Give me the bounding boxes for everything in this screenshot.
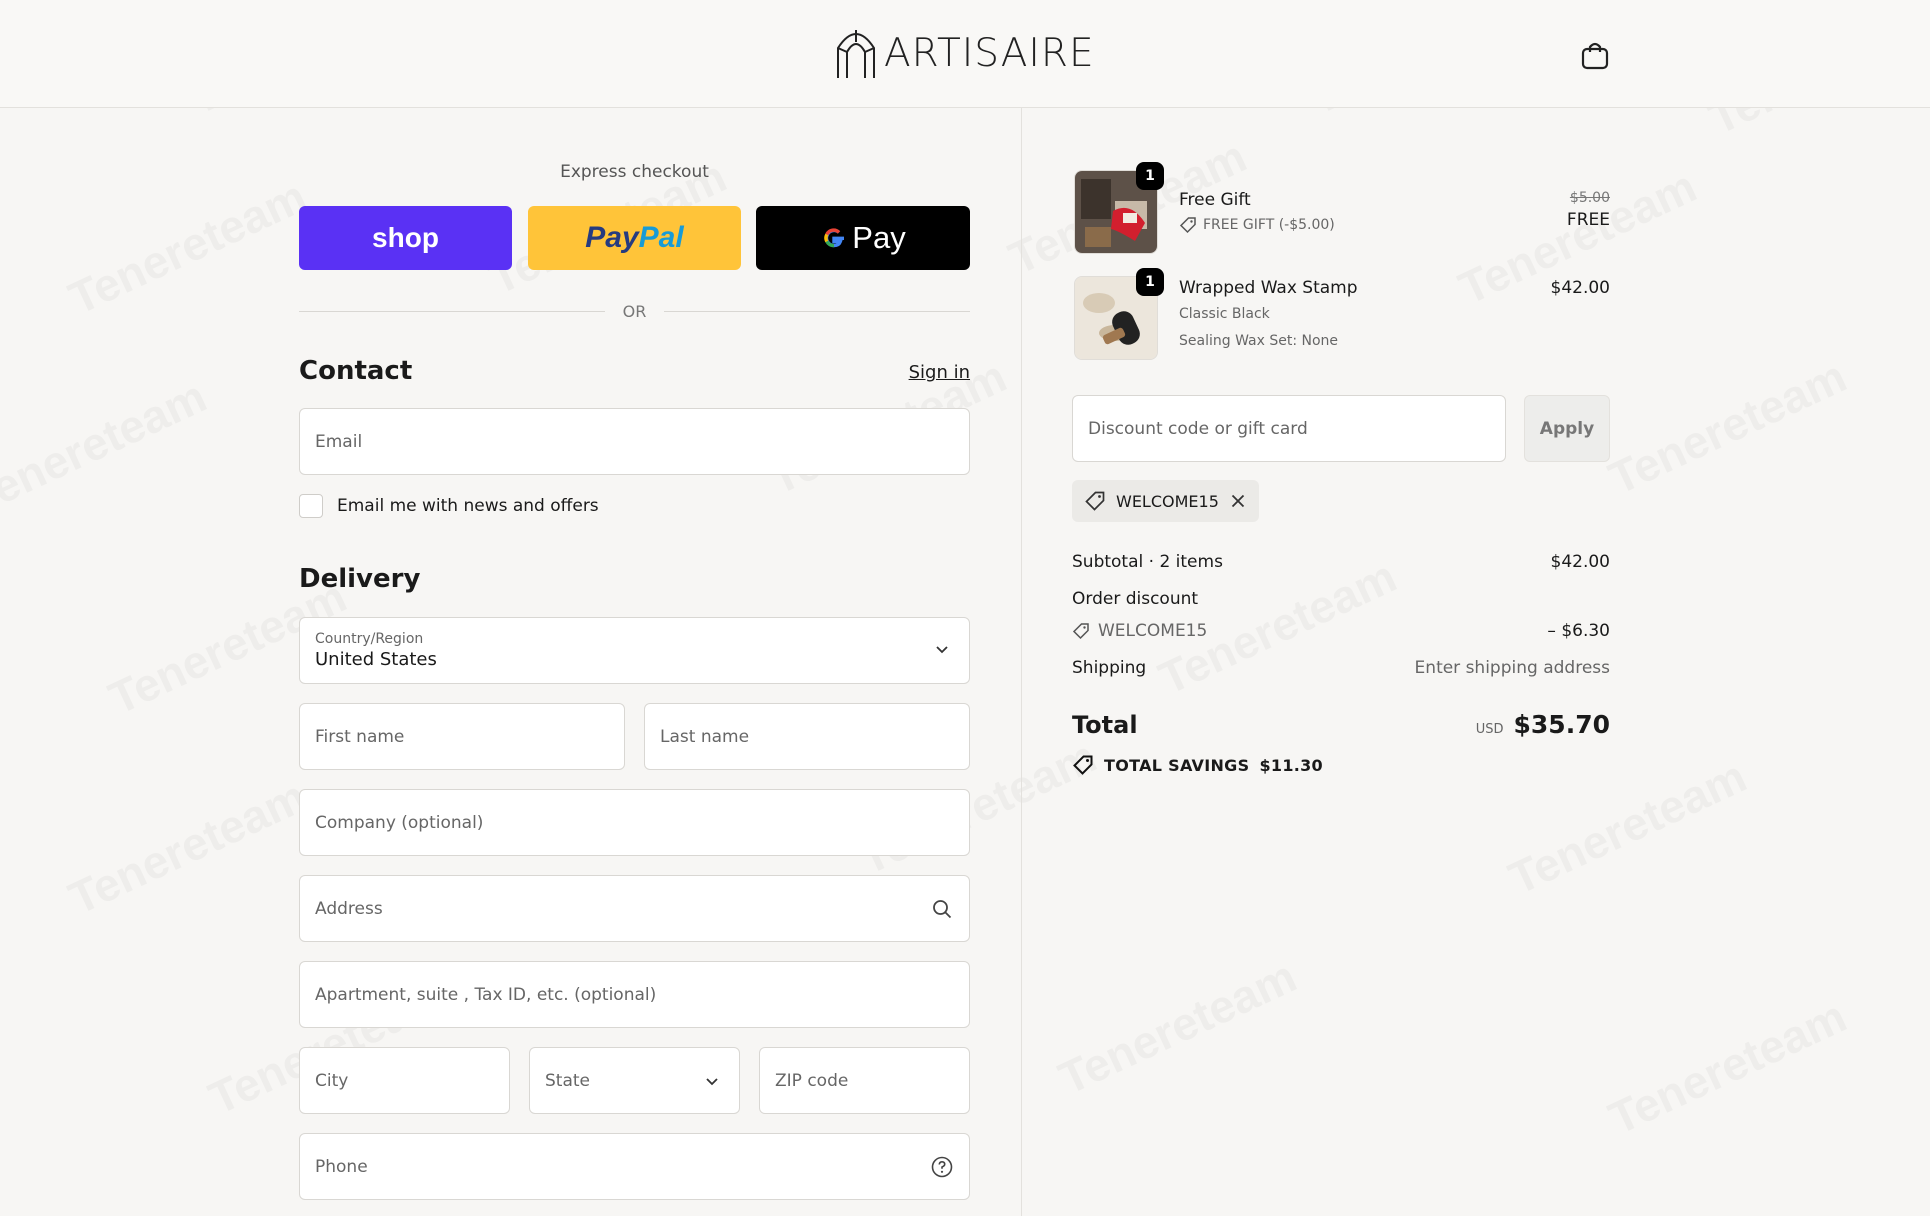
shop-pay-label: shop — [372, 222, 439, 253]
total-currency: USD — [1475, 722, 1504, 737]
brand-logo[interactable]: ARTISAIRE — [834, 24, 1095, 82]
tag-icon — [1179, 217, 1196, 234]
item-original-price: $5.00 — [1569, 190, 1610, 206]
order-discount-code: WELCOME15 — [1072, 621, 1207, 641]
arch-logo-icon — [837, 30, 875, 78]
item-discount-label: FREE GIFT (-$5.00) — [1203, 217, 1335, 233]
state-select[interactable]: State — [529, 1047, 740, 1114]
item-variant: Classic Black — [1179, 306, 1270, 322]
country-label: Country/Region — [315, 631, 424, 647]
paypal-label-part1: Pay — [585, 221, 639, 254]
state-placeholder: State — [545, 1070, 590, 1091]
delivery-title: Delivery — [299, 564, 421, 594]
help-circle-icon[interactable] — [930, 1155, 954, 1179]
shipping-row: Shipping Enter shipping address — [1072, 658, 1610, 678]
total-amount: $35.70 — [1513, 710, 1610, 739]
watermark-layer: Tenereteam Tenereteam Tenereteam Teneret… — [0, 0, 1930, 1216]
item-price: $42.00 — [1550, 278, 1610, 298]
item-option: Sealing Wax Set: None — [1179, 333, 1339, 349]
search-icon[interactable] — [930, 897, 954, 921]
total-savings: TOTAL SAVINGS $11.30 — [1072, 754, 1323, 776]
city-field[interactable]: City — [299, 1047, 510, 1114]
order-discount-code-text: WELCOME15 — [1098, 621, 1208, 641]
shipping-value: Enter shipping address — [1414, 658, 1610, 678]
first-name-field[interactable]: First name — [299, 703, 625, 770]
discount-code-input[interactable]: Discount code or gift card — [1072, 395, 1506, 462]
order-discount-row: Order discount — [1072, 589, 1610, 609]
or-line-right — [664, 310, 970, 312]
order-discount-label: Order discount — [1072, 589, 1199, 609]
quantity-badge: 1 — [1136, 268, 1164, 296]
contact-title: Contact — [299, 356, 413, 386]
subtotal-value: $42.00 — [1550, 552, 1610, 572]
newsletter-option[interactable]: Email me with news and offers — [299, 494, 599, 518]
or-label: OR — [622, 301, 647, 321]
zip-code-field[interactable]: ZIP code — [759, 1047, 970, 1114]
shopping-bag-icon — [1581, 42, 1609, 70]
google-pay-button[interactable]: Pay — [756, 206, 970, 270]
address-placeholder: Address — [315, 898, 383, 919]
paypal-label-part2: Pal — [638, 221, 684, 254]
chevron-down-icon — [936, 646, 948, 654]
first-name-placeholder: First name — [315, 726, 405, 747]
paypal-button[interactable]: Pay Pal — [528, 206, 741, 270]
newsletter-label: Email me with news and offers — [337, 496, 599, 516]
city-placeholder: City — [315, 1070, 349, 1091]
email-placeholder: Email — [315, 431, 363, 452]
item-name: Wrapped Wax Stamp — [1179, 278, 1358, 298]
express-checkout-title: Express checkout — [560, 162, 709, 182]
order-discount-code-row: WELCOME15 – $6.30 — [1072, 621, 1610, 641]
newsletter-checkbox[interactable] — [299, 494, 323, 518]
cart-bag-button[interactable] — [1578, 38, 1612, 72]
company-placeholder: Company (optional) — [315, 812, 484, 833]
country-value: United States — [315, 649, 437, 670]
google-g-icon — [824, 228, 845, 248]
apply-discount-button[interactable]: Apply — [1524, 395, 1610, 462]
total-row: Total USD $35.70 — [1072, 710, 1610, 739]
google-pay-label: Pay — [852, 220, 906, 255]
chevron-down-icon — [700, 1069, 724, 1093]
last-name-placeholder: Last name — [660, 726, 750, 747]
zip-code-placeholder: ZIP code — [775, 1070, 849, 1091]
subtotal-row: Subtotal · 2 items $42.00 — [1072, 552, 1610, 572]
total-label: Total — [1072, 711, 1138, 739]
tag-icon — [1085, 491, 1105, 511]
total-value-block: USD $35.70 — [1476, 710, 1610, 739]
shipping-label: Shipping — [1072, 658, 1147, 678]
phone-field[interactable]: Phone — [299, 1133, 970, 1200]
tag-icon — [1072, 623, 1089, 640]
or-line-left — [299, 310, 605, 312]
or-divider: OR — [299, 296, 970, 326]
shop-pay-button[interactable]: shop — [299, 206, 512, 270]
total-savings-value: $11.30 — [1259, 755, 1323, 775]
applied-discount-chip: WELCOME15 — [1072, 480, 1259, 522]
apartment-field[interactable]: Apartment, suite , Tax ID, etc. (optiona… — [299, 961, 970, 1028]
apartment-placeholder: Apartment, suite , Tax ID, etc. (optiona… — [315, 984, 657, 1005]
column-divider — [1021, 108, 1022, 1216]
cart-item: 1 Free Gift FREE GIFT (-$5.00) $5.00 FRE… — [1072, 162, 1610, 256]
quantity-badge: 1 — [1136, 162, 1164, 190]
item-discount-tag: FREE GIFT (-$5.00) — [1179, 216, 1335, 234]
site-header: ARTISAIRE — [0, 0, 1930, 108]
address-field[interactable]: Address — [299, 875, 970, 942]
brand-name: ARTISAIRE — [884, 30, 1095, 76]
phone-placeholder: Phone — [315, 1156, 368, 1177]
item-price: FREE — [1566, 210, 1610, 230]
subtotal-label: Subtotal · 2 items — [1072, 552, 1223, 572]
email-field[interactable]: Email — [299, 408, 970, 475]
company-field[interactable]: Company (optional) — [299, 789, 970, 856]
last-name-field[interactable]: Last name — [644, 703, 970, 770]
sign-in-link[interactable]: Sign in — [909, 362, 970, 383]
cart-item: 1 Wrapped Wax Stamp Classic Black Sealin… — [1072, 268, 1610, 362]
order-discount-value: – $6.30 — [1547, 621, 1610, 641]
item-price-block: $5.00 FREE — [1567, 190, 1610, 230]
close-icon[interactable] — [1229, 492, 1247, 510]
savings-tag-icon — [1073, 755, 1093, 775]
total-savings-label: TOTAL SAVINGS — [1104, 755, 1250, 775]
discount-code-placeholder: Discount code or gift card — [1088, 418, 1308, 439]
applied-discount-code: WELCOME15 — [1116, 491, 1219, 511]
country-select[interactable]: Country/Region United States — [299, 617, 970, 684]
item-name: Free Gift — [1179, 190, 1251, 210]
